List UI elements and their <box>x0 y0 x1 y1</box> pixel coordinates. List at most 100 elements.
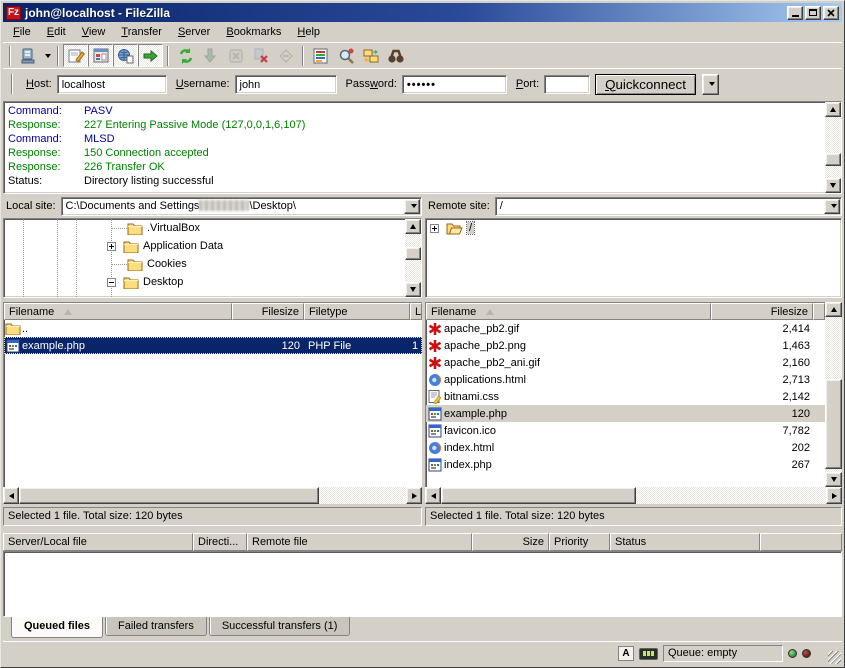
tree-item-application-data[interactable]: Application Data <box>4 237 421 255</box>
menu-view[interactable]: View <box>74 23 114 41</box>
column-header-server-local-file[interactable]: Server/Local file <box>3 533 193 551</box>
tree-item-cookies[interactable]: Cookies <box>4 255 421 273</box>
scroll-up-button[interactable] <box>825 302 842 317</box>
site-manager-dropdown-button[interactable] <box>40 44 53 67</box>
column-header-filetype[interactable]: Filetype <box>304 303 410 320</box>
scroll-track[interactable] <box>825 117 841 178</box>
resize-grip[interactable] <box>828 651 841 664</box>
file-row[interactable]: applications.html2,713 <box>426 371 825 388</box>
maximize-button[interactable] <box>805 6 821 20</box>
local-tree-scrollbar[interactable] <box>405 219 421 297</box>
speed-limit-icon[interactable] <box>639 648 658 660</box>
quickconnect-dropdown-button[interactable] <box>702 74 719 95</box>
port-input[interactable] <box>544 75 590 94</box>
file-row[interactable]: apache_pb2.png1,463 <box>426 337 825 354</box>
scroll-right-button[interactable] <box>826 487 842 504</box>
tree-item-desktop[interactable]: Desktop <box>4 273 421 291</box>
toggle-remote-tree-button[interactable] <box>113 44 138 67</box>
remote-directory-tree[interactable]: / <box>425 218 842 298</box>
menu-transfer[interactable]: Transfer <box>113 23 170 41</box>
scroll-down-button[interactable] <box>405 282 421 297</box>
scroll-track[interactable] <box>825 317 842 472</box>
menu-server[interactable]: Server <box>170 23 218 41</box>
file-row[interactable]: apache_pb2.gif2,414 <box>426 320 825 337</box>
scroll-up-button[interactable] <box>405 219 421 234</box>
scroll-thumb[interactable] <box>19 487 319 504</box>
local-site-combobox[interactable]: C:\Documents and Settings\Desktop\ <box>61 197 422 216</box>
local-directory-tree[interactable]: .VirtualBox Application Data Cookies Des… <box>3 218 422 298</box>
minimize-button[interactable] <box>787 6 803 20</box>
username-input[interactable]: john <box>235 75 337 94</box>
menu-edit[interactable]: Edit <box>39 23 74 41</box>
toggle-local-tree-button[interactable] <box>88 44 113 67</box>
local-list-hscrollbar[interactable] <box>3 487 422 504</box>
column-header-filesize[interactable]: Filesize <box>232 303 304 320</box>
scroll-right-button[interactable] <box>406 487 422 504</box>
tab-queued-files[interactable]: Queued files <box>11 617 103 638</box>
scroll-track[interactable] <box>19 487 406 504</box>
close-button[interactable] <box>823 6 839 20</box>
scroll-down-button[interactable] <box>825 472 842 487</box>
scroll-thumb[interactable] <box>825 153 841 166</box>
menu-file[interactable]: File <box>5 23 39 41</box>
remote-list-scrollbar[interactable] <box>825 302 842 487</box>
refresh-button[interactable] <box>173 44 198 67</box>
scroll-thumb[interactable] <box>405 247 421 260</box>
file-row-parent-dir[interactable]: .. <box>4 320 422 337</box>
disconnect-button[interactable] <box>248 44 273 67</box>
expand-plus-icon[interactable] <box>430 224 439 233</box>
expand-plus-icon[interactable] <box>107 242 116 251</box>
column-header-filename[interactable]: Filename <box>426 303 711 320</box>
toggle-log-button[interactable] <box>63 44 88 67</box>
process-queue-button[interactable] <box>198 44 223 67</box>
menu-help[interactable]: Help <box>289 23 328 41</box>
file-row[interactable]: index.html202 <box>426 439 825 456</box>
scroll-left-button[interactable] <box>3 487 19 504</box>
collapse-minus-icon[interactable] <box>107 278 116 287</box>
data-type-icon[interactable]: A <box>618 646 634 661</box>
toggle-queue-button[interactable] <box>138 44 163 67</box>
scroll-track[interactable] <box>405 234 421 282</box>
scroll-thumb[interactable] <box>825 379 842 469</box>
scroll-left-button[interactable] <box>425 487 441 504</box>
reconnect-button[interactable] <box>273 44 298 67</box>
host-input[interactable]: localhost <box>57 75 167 94</box>
file-row[interactable]: index.php267 <box>426 456 825 473</box>
password-input[interactable]: •••••• <box>402 75 507 94</box>
tree-item-virtualbox[interactable]: .VirtualBox <box>4 219 421 237</box>
filter-button[interactable] <box>308 44 333 67</box>
tab-failed-transfers[interactable]: Failed transfers <box>105 617 207 636</box>
remote-site-combobox[interactable]: / <box>495 197 842 216</box>
log-scrollbar[interactable] <box>825 102 841 193</box>
file-row[interactable]: bitnami.css2,142 <box>426 388 825 405</box>
local-site-dropdown-button[interactable] <box>404 199 420 214</box>
scroll-down-button[interactable] <box>825 178 841 193</box>
column-header-last-modified[interactable]: L <box>410 303 422 320</box>
scroll-up-button[interactable] <box>825 102 841 117</box>
column-header-remote-file[interactable]: Remote file <box>247 533 472 551</box>
quickconnect-button[interactable]: Quickconnect <box>595 74 696 95</box>
tab-successful-transfers[interactable]: Successful transfers (1) <box>209 617 351 636</box>
remote-list-hscrollbar[interactable] <box>425 487 842 504</box>
file-row-example-php[interactable]: example.php 120 PHP File 1 <box>4 337 422 354</box>
site-manager-button[interactable] <box>15 44 40 67</box>
column-header-filename[interactable]: Filename <box>4 303 232 320</box>
column-header-size[interactable]: Size <box>472 533 549 551</box>
remote-site-dropdown-button[interactable] <box>824 199 840 214</box>
file-row-selected[interactable]: example.php120 <box>426 405 825 422</box>
titlebar[interactable]: Fz john@localhost - FileZilla <box>3 3 842 22</box>
file-row[interactable]: apache_pb2_ani.gif2,160 <box>426 354 825 371</box>
column-header-direction[interactable]: Directi... <box>193 533 247 551</box>
find-files-button[interactable] <box>383 44 408 67</box>
column-header-priority[interactable]: Priority <box>549 533 610 551</box>
menu-bookmarks[interactable]: Bookmarks <box>218 23 289 41</box>
tree-item-root[interactable]: / <box>426 219 841 237</box>
queue-list[interactable] <box>3 551 842 617</box>
scroll-track[interactable] <box>441 487 826 504</box>
directory-comparison-button[interactable] <box>333 44 358 67</box>
column-header-filesize[interactable]: Filesize <box>711 303 813 320</box>
column-header-status[interactable]: Status <box>610 533 760 551</box>
synchronized-browsing-button[interactable] <box>358 44 383 67</box>
cancel-button[interactable] <box>223 44 248 67</box>
file-row[interactable]: favicon.ico7,782 <box>426 422 825 439</box>
